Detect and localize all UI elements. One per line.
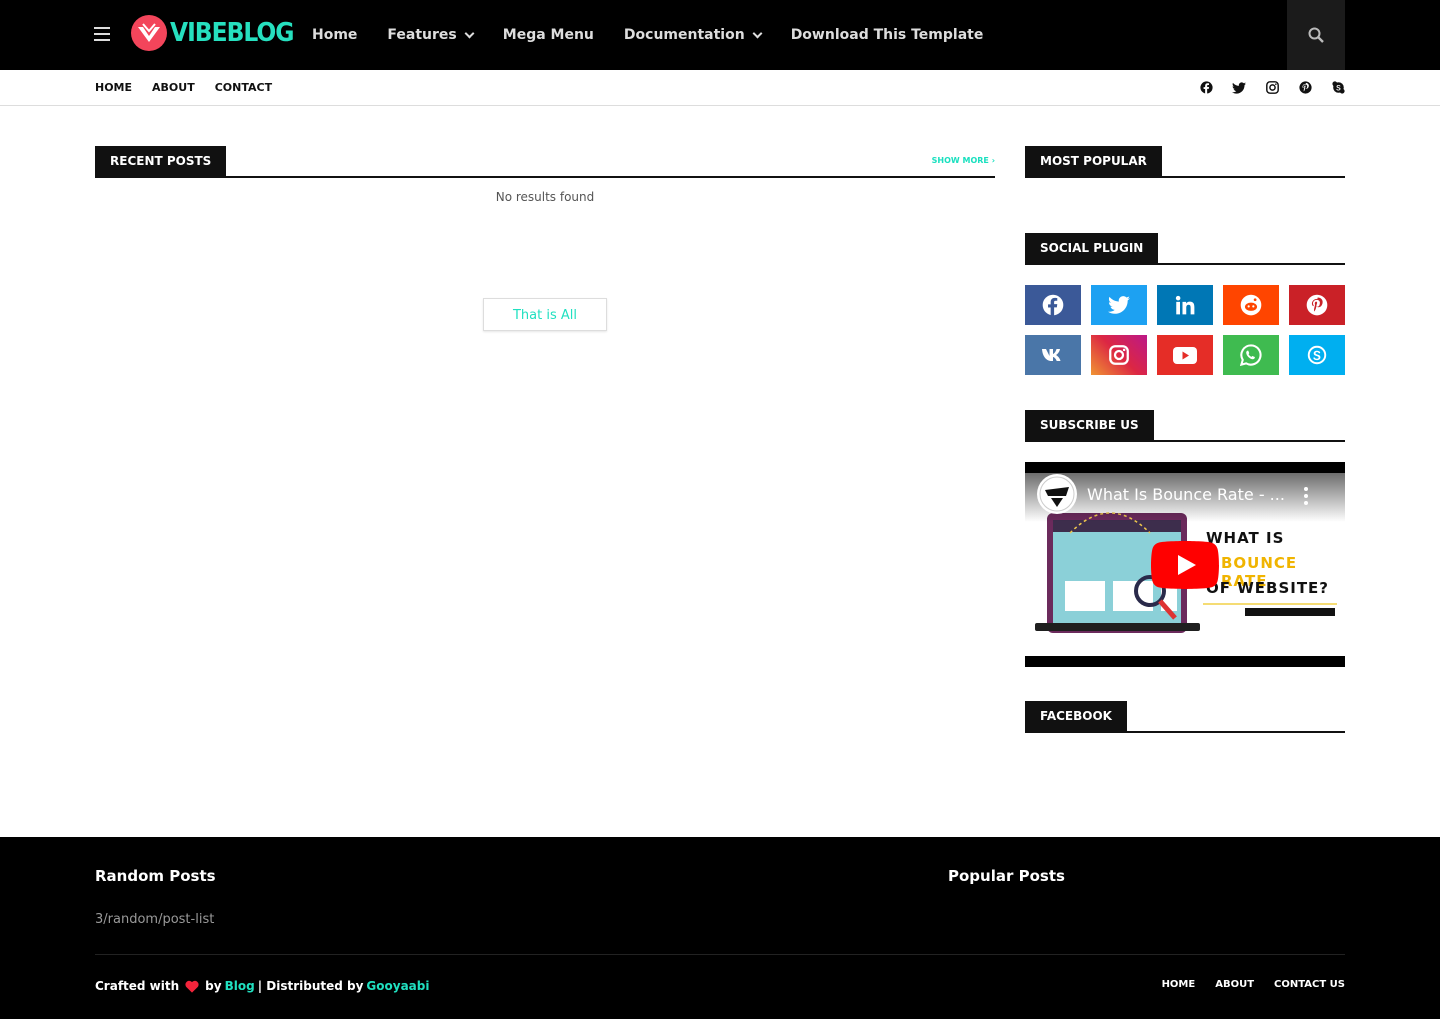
whatsapp-button[interactable] [1223, 335, 1279, 375]
footer-nav-home[interactable]: HOME [1162, 979, 1196, 990]
heart-icon [185, 980, 199, 993]
video-title[interactable]: What Is Bounce Rate - ... [1087, 485, 1285, 504]
secnav-home[interactable]: HOME [95, 81, 132, 94]
vk-button[interactable] [1025, 335, 1081, 375]
footer-nav-contact[interactable]: CONTACT US [1274, 979, 1345, 990]
video-heading-line-3: OF WEBSITE? [1206, 579, 1330, 597]
most-popular-header: MOST POPULAR [1025, 146, 1345, 178]
footer-divider [95, 954, 1345, 955]
show-more-label: SHOW MORE [931, 156, 989, 165]
recent-posts-title: RECENT POSTS [95, 146, 227, 176]
by-text: by [205, 979, 222, 993]
nav-documentation-label: Documentation [623, 27, 745, 43]
main-nav: Home Features Mega Menu Documentation Do… [312, 0, 1013, 70]
subscribe-title: SUBSCRIBE US [1025, 410, 1154, 440]
nav-documentation[interactable]: Documentation [623, 27, 763, 43]
blog-link[interactable]: Blog [225, 979, 255, 993]
reddit-button[interactable] [1223, 285, 1279, 325]
pinterest-button[interactable] [1289, 285, 1345, 325]
vk-icon [1042, 349, 1061, 361]
nav-mega-menu[interactable]: Mega Menu [503, 27, 594, 43]
footer-nav: HOME ABOUT CONTACT US [1142, 979, 1345, 990]
whatsapp-icon [1240, 344, 1262, 366]
nav-download[interactable]: Download This Template [791, 27, 984, 43]
pinterest-icon[interactable] [1298, 81, 1312, 95]
skype-icon [1307, 345, 1327, 365]
sidebar: MOST POPULAR SOCIAL PLUGIN SUBSCRIBE US … [1025, 146, 1345, 733]
top-social-links [1180, 70, 1345, 105]
gooyaabi-link[interactable]: Gooyaabi [366, 979, 429, 993]
youtube-play-icon[interactable] [1151, 541, 1219, 589]
instagram-button[interactable] [1091, 335, 1147, 375]
twitter-icon[interactable] [1232, 81, 1246, 95]
twitter-button[interactable] [1091, 285, 1147, 325]
nav-home-label: Home [312, 27, 358, 43]
facebook-icon[interactable] [1199, 81, 1213, 95]
youtube-video-embed[interactable]: WHAT IS BOUNCE RATE OF WEBSITE? What Is … [1025, 462, 1345, 667]
skype-button[interactable] [1289, 335, 1345, 375]
nav-features[interactable]: Features [387, 27, 475, 43]
social-plugin-grid [1025, 285, 1345, 375]
footer-random-posts-title: Random Posts [95, 867, 216, 885]
show-more-link[interactable]: SHOW MORE › [932, 156, 995, 165]
linkedin-button[interactable] [1157, 285, 1213, 325]
skype-icon[interactable] [1331, 81, 1345, 95]
instagram-icon[interactable] [1265, 81, 1279, 95]
secnav-contact[interactable]: CONTACT [215, 81, 272, 94]
hamburger-menu-icon[interactable] [94, 27, 110, 43]
facebook-button[interactable] [1025, 285, 1081, 325]
secondary-navbar: HOME ABOUT CONTACT [0, 70, 1440, 106]
social-plugin-title: SOCIAL PLUGIN [1025, 233, 1159, 263]
search-button[interactable] [1287, 0, 1345, 70]
channel-avatar[interactable] [1037, 474, 1077, 514]
thats-all-button[interactable]: That is All [483, 298, 607, 331]
nav-home[interactable]: Home [312, 27, 357, 43]
chevron-right-icon: › [991, 156, 995, 165]
facebook-icon [1042, 294, 1064, 316]
chevron-down-icon [752, 28, 763, 38]
social-plugin-header: SOCIAL PLUGIN [1025, 233, 1345, 265]
logo-text: VIBEBLOG [170, 18, 294, 48]
distributed-by-text: | Distributed by [257, 979, 364, 993]
reddit-icon [1240, 294, 1262, 316]
recent-posts-header: RECENT POSTS SHOW MORE › [95, 146, 995, 178]
facebook-title: FACEBOOK [1025, 701, 1127, 731]
subscribe-header: SUBSCRIBE US [1025, 410, 1345, 442]
footer-credits: Crafted with by Blog | Distributed by Go… [95, 979, 432, 993]
facebook-header: FACEBOOK [1025, 701, 1345, 733]
footer-random-posts-placeholder: 3/random/post-list [95, 912, 215, 927]
footer-popular-posts-title: Popular Posts [948, 867, 1065, 885]
twitter-icon [1108, 296, 1130, 314]
secondary-nav: HOME ABOUT CONTACT [95, 70, 292, 105]
site-logo[interactable]: VIBEBLOG [130, 14, 294, 52]
nav-features-label: Features [387, 27, 457, 43]
footer: Random Posts 3/random/post-list Popular … [0, 837, 1440, 1019]
no-results-message: No results found [495, 190, 595, 204]
video-more-options-icon[interactable] [1304, 486, 1310, 506]
pinterest-icon [1306, 294, 1328, 316]
logo-mark-icon [131, 15, 167, 51]
nav-download-label: Download This Template [790, 27, 984, 43]
youtube-button[interactable] [1157, 335, 1213, 375]
top-navbar: VIBEBLOG Home Features Mega Menu Documen… [0, 0, 1440, 70]
crafted-with-text: Crafted with [95, 979, 180, 993]
nav-mega-menu-label: Mega Menu [502, 27, 594, 43]
secnav-about[interactable]: ABOUT [152, 81, 195, 94]
channel-logo-icon [1039, 476, 1075, 512]
linkedin-icon [1175, 295, 1195, 315]
chevron-down-icon [464, 28, 475, 38]
instagram-icon [1109, 345, 1129, 365]
main-content: RECENT POSTS SHOW MORE › No results foun… [95, 146, 995, 331]
youtube-icon [1173, 346, 1197, 364]
most-popular-title: MOST POPULAR [1025, 146, 1162, 176]
footer-nav-about[interactable]: ABOUT [1215, 979, 1254, 990]
search-icon [1308, 27, 1324, 43]
